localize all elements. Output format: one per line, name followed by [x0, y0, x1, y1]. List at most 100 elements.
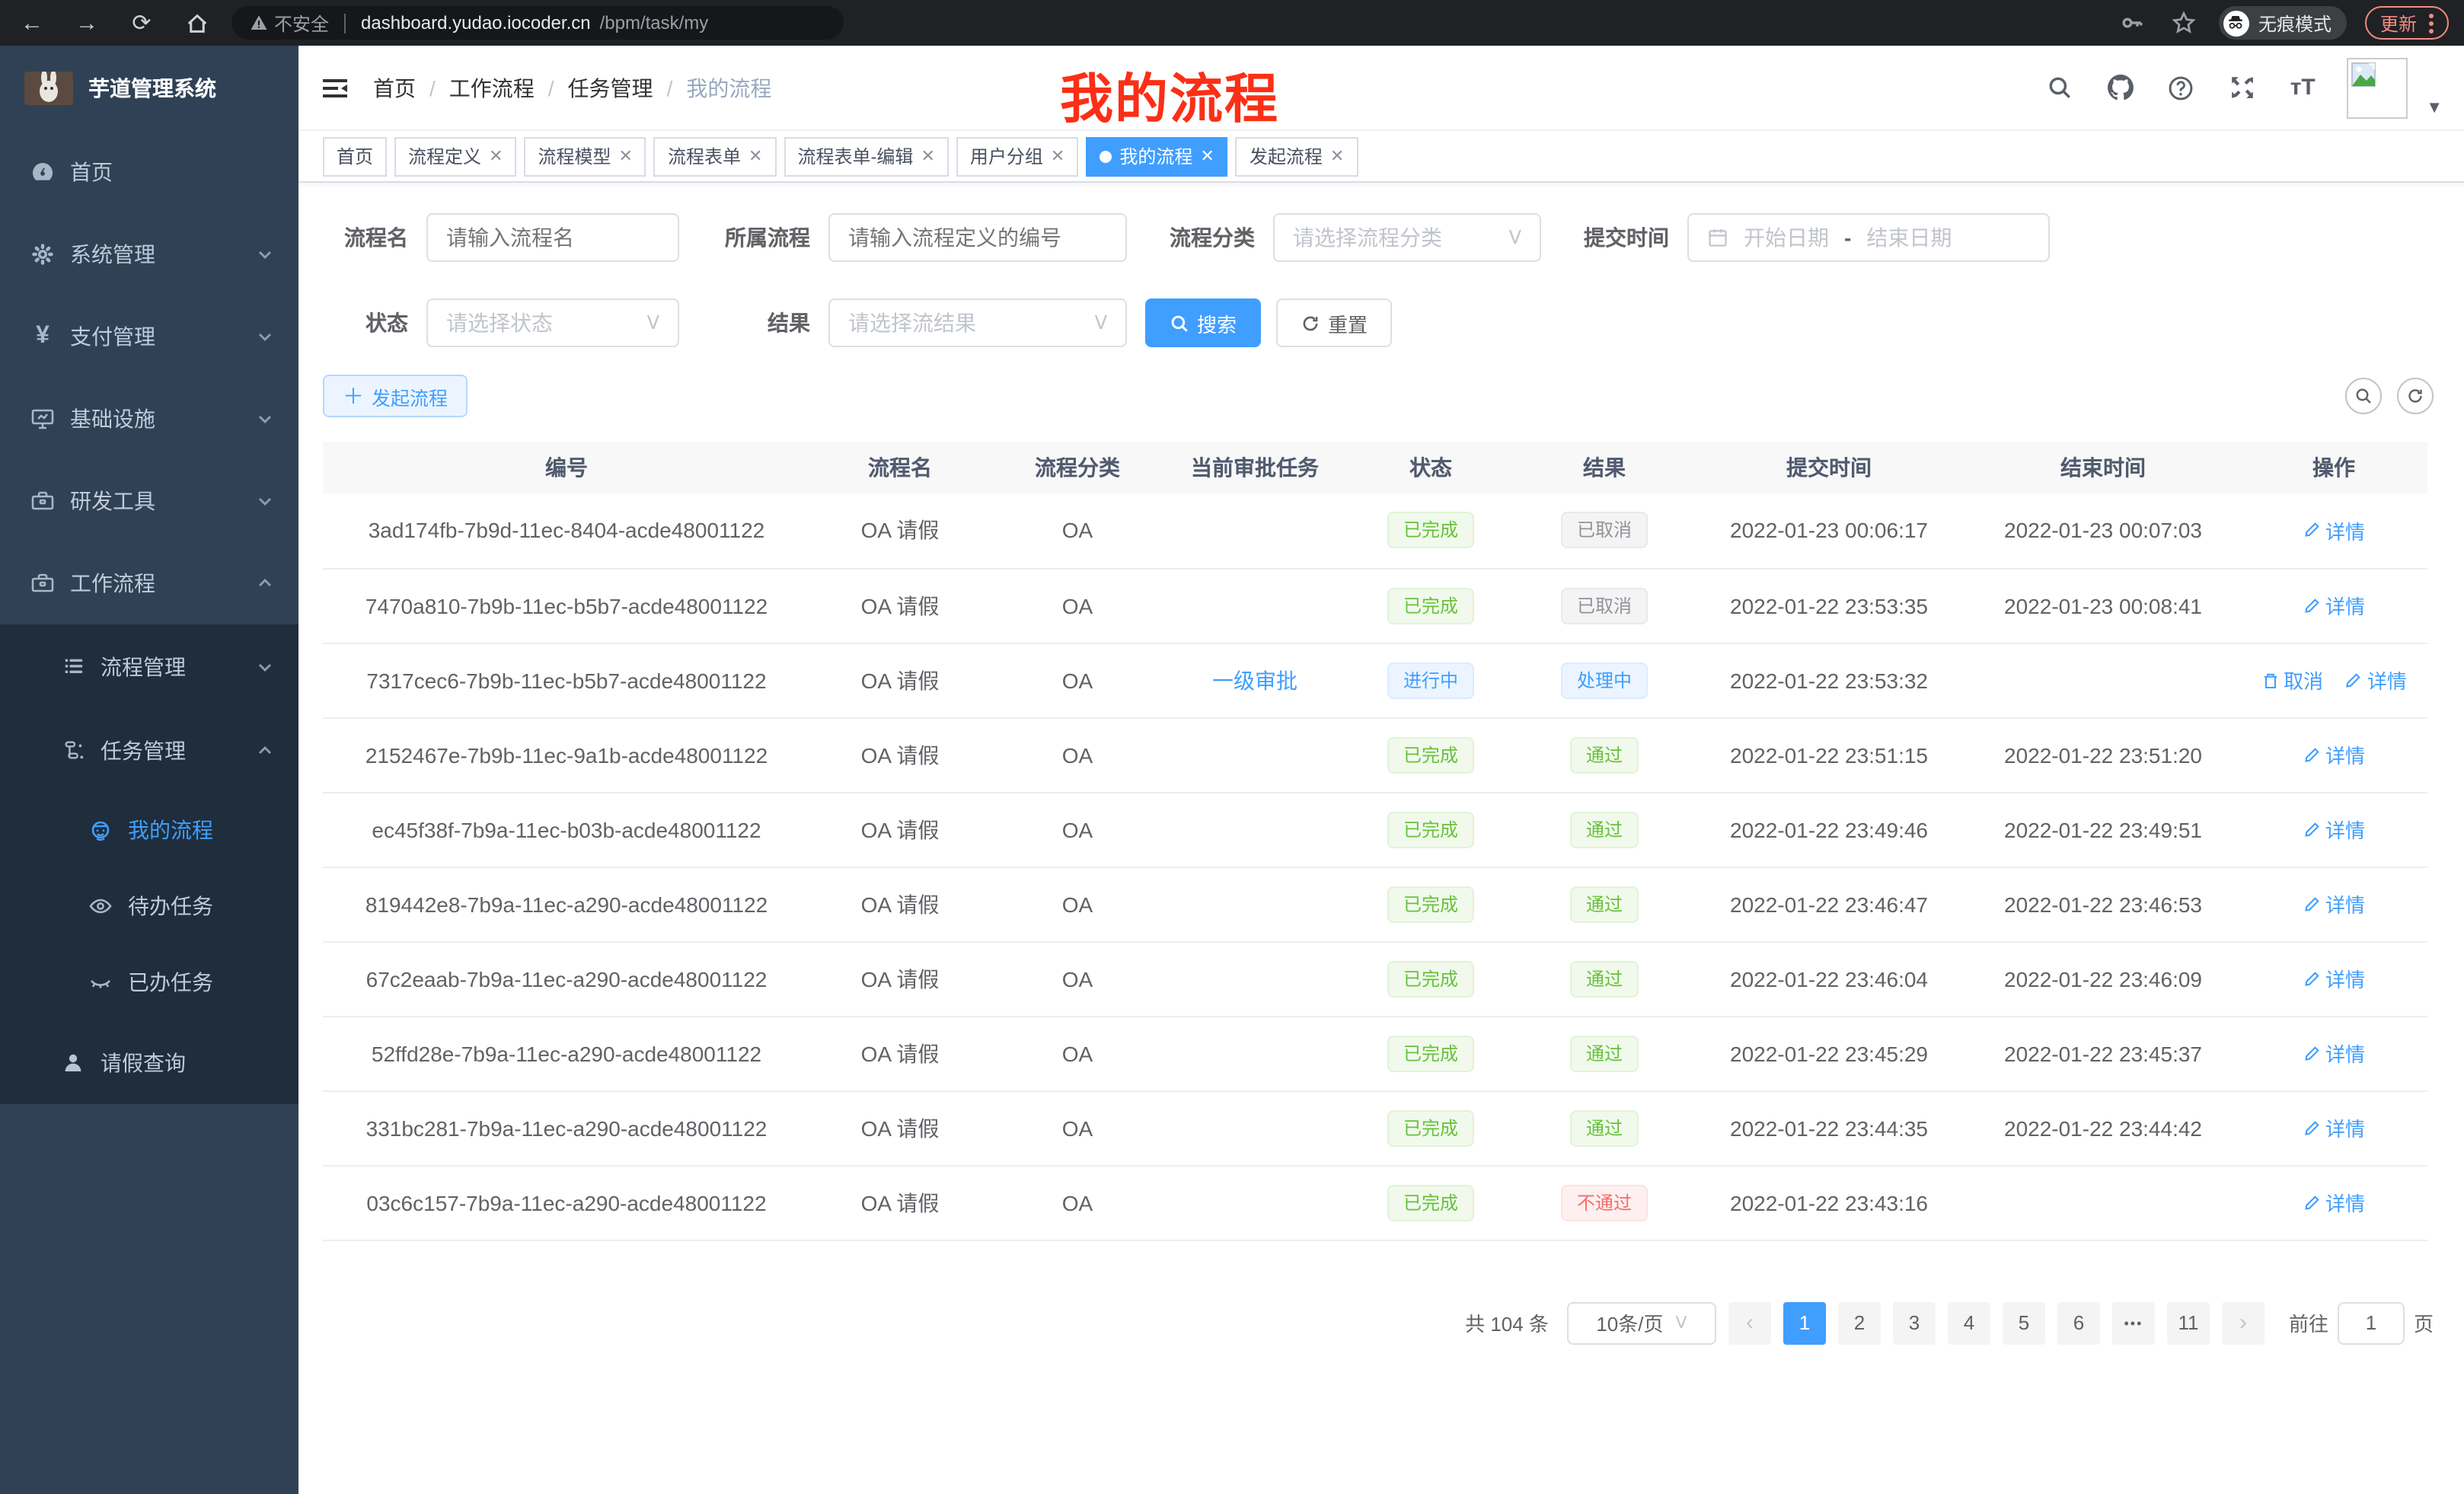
edit-icon [2303, 596, 2321, 615]
pagination: 共 104 条 10条/页 ᐯ ‹ 1 2 3 4 5 6 ••• 11 › [323, 1301, 2434, 1344]
reset-button[interactable]: 重置 [1276, 298, 1392, 347]
next-page-button[interactable]: › [2222, 1301, 2265, 1344]
close-icon[interactable]: ✕ [1200, 146, 1214, 166]
page-ellipsis[interactable]: ••• [2112, 1301, 2155, 1344]
page-button-1[interactable]: 1 [1783, 1301, 1826, 1344]
collapse-sidebar-icon[interactable] [321, 75, 349, 100]
browser-menu-icon[interactable] [2429, 13, 2434, 33]
process-name-input[interactable] [426, 213, 679, 262]
home-icon[interactable] [180, 6, 213, 40]
date-range-picker[interactable]: 开始日期 - 结束日期 [1687, 213, 2050, 262]
detail-link[interactable]: 详情 [2303, 740, 2365, 769]
sidebar-item-devtools[interactable]: 研发工具 [0, 460, 298, 542]
table-row: 7470a810-7b9b-11ec-b5b7-acde48001122 OA … [323, 568, 2427, 643]
key-icon[interactable] [2115, 6, 2149, 40]
tab-process-definition[interactable]: 流程定义✕ [394, 136, 516, 176]
tab-process-model[interactable]: 流程模型✕ [525, 136, 646, 176]
result-badge: 不通过 [1562, 1184, 1647, 1221]
sidebar-item-done-tasks[interactable]: 已办任务 [0, 944, 298, 1020]
edit-icon [2344, 671, 2363, 689]
sidebar-item-infra[interactable]: 基础设施 [0, 378, 298, 460]
detail-link[interactable]: 详情 [2303, 1113, 2365, 1142]
page-button-5[interactable]: 5 [2003, 1301, 2045, 1344]
breadcrumb-task-mgmt[interactable]: 任务管理 [568, 72, 653, 103]
back-icon[interactable]: ← [15, 6, 49, 40]
detail-link[interactable]: 详情 [2303, 1039, 2365, 1068]
sidebar-item-system[interactable]: 系统管理 [0, 213, 298, 295]
sidebar-item-task-mgmt[interactable]: 任务管理 [0, 708, 298, 792]
page-button-3[interactable]: 3 [1893, 1301, 1936, 1344]
bookmark-star-icon[interactable] [2167, 6, 2201, 40]
page-button-6[interactable]: 6 [2057, 1301, 2100, 1344]
col-end-time: 结束时间 [1966, 442, 2240, 493]
category-select[interactable]: 请选择流程分类 ᐯ [1273, 213, 1541, 262]
sidebar-item-my-process[interactable]: 我的流程 [0, 792, 298, 868]
sidebar: 芋道管理系统 首页 系统管理 ¥ 支付管理 [0, 46, 298, 1494]
reload-icon[interactable]: ⟳ [125, 6, 158, 40]
help-icon[interactable] [2164, 71, 2197, 104]
status-badge: 已完成 [1388, 960, 1473, 997]
process-definition-input[interactable] [828, 213, 1127, 262]
search-button[interactable]: 搜索 [1145, 298, 1261, 347]
col-status: 状态 [1345, 442, 1517, 493]
detail-link[interactable]: 详情 [2303, 516, 2365, 545]
start-process-button[interactable]: ＋ 发起流程 [323, 375, 468, 417]
name-label: 流程名 [323, 222, 408, 253]
tab-my-process[interactable]: 我的流程✕ [1086, 136, 1227, 176]
avatar[interactable] [2347, 57, 2408, 118]
sidebar-item-workflow[interactable]: 工作流程 [0, 542, 298, 624]
fullscreen-icon[interactable] [2225, 71, 2258, 104]
show-search-button[interactable] [2345, 378, 2382, 414]
sidebar-item-todo-tasks[interactable]: 待办任务 [0, 868, 298, 944]
tab-user-group[interactable]: 用户分组✕ [956, 136, 1078, 176]
update-button[interactable]: 更新 [2365, 6, 2449, 40]
breadcrumb-home[interactable]: 首页 [373, 72, 416, 103]
goto-page-input[interactable] [2338, 1301, 2405, 1344]
close-icon[interactable]: ✕ [489, 146, 503, 166]
refresh-table-button[interactable] [2397, 378, 2434, 414]
sidebar-item-process-mgmt[interactable]: 流程管理 [0, 624, 298, 708]
result-select[interactable]: 请选择流结果 ᐯ [828, 298, 1127, 347]
forward-icon[interactable]: → [70, 6, 104, 40]
current-task-link[interactable]: 一级审批 [1212, 668, 1297, 692]
close-icon[interactable]: ✕ [619, 146, 633, 166]
url-path: /bpm/task/my [600, 12, 709, 34]
tab-process-form[interactable]: 流程表单✕ [654, 136, 776, 176]
result-badge: 通过 [1571, 736, 1638, 773]
edit-icon [2303, 969, 2321, 988]
page-size-select[interactable]: 10条/页 ᐯ [1567, 1301, 1716, 1344]
tab-process-form-edit[interactable]: 流程表单-编辑✕ [784, 136, 948, 176]
prev-page-button[interactable]: ‹ [1728, 1301, 1771, 1344]
tab-home[interactable]: 首页 [323, 136, 387, 176]
breadcrumb-workflow[interactable]: 工作流程 [449, 72, 535, 103]
category-label: 流程分类 [1127, 222, 1255, 253]
detail-link[interactable]: 详情 [2303, 889, 2365, 918]
detail-link[interactable]: 详情 [2303, 1188, 2365, 1217]
page-button-4[interactable]: 4 [1948, 1301, 1990, 1344]
logo-image [24, 72, 73, 105]
github-icon[interactable] [2103, 71, 2137, 104]
status-select[interactable]: 请选择状态 ᐯ [426, 298, 679, 347]
font-size-icon[interactable]: ᴛT [2286, 71, 2319, 104]
page-button-2[interactable]: 2 [1838, 1301, 1881, 1344]
close-icon[interactable]: ✕ [1330, 146, 1344, 166]
close-icon[interactable]: ✕ [748, 146, 762, 166]
cancel-link[interactable]: 取消 [2261, 666, 2323, 694]
close-icon[interactable]: ✕ [1051, 146, 1064, 166]
sidebar-item-leave-query[interactable]: 请假查询 [0, 1020, 298, 1104]
avatar-caret-icon[interactable]: ▼ [2426, 98, 2443, 117]
detail-link[interactable]: 详情 [2344, 666, 2407, 694]
detail-link[interactable]: 详情 [2303, 964, 2365, 993]
tab-start-process[interactable]: 发起流程✕ [1236, 136, 1358, 176]
address-bar[interactable]: 不安全 dashboard.yudao.iocoder.cn/bpm/task/… [231, 6, 844, 40]
detail-link[interactable]: 详情 [2303, 815, 2365, 844]
page-button-11[interactable]: 11 [2167, 1301, 2210, 1344]
result-badge: 通过 [1571, 1109, 1638, 1146]
search-icon[interactable] [2042, 71, 2076, 104]
detail-link[interactable]: 详情 [2303, 591, 2365, 620]
table-row: ec45f38f-7b9a-11ec-b03b-acde48001122 OA … [323, 792, 2427, 867]
sidebar-item-home[interactable]: 首页 [0, 131, 298, 213]
edit-icon [2303, 1044, 2321, 1062]
sidebar-item-payment[interactable]: ¥ 支付管理 [0, 295, 298, 378]
close-icon[interactable]: ✕ [921, 146, 934, 166]
